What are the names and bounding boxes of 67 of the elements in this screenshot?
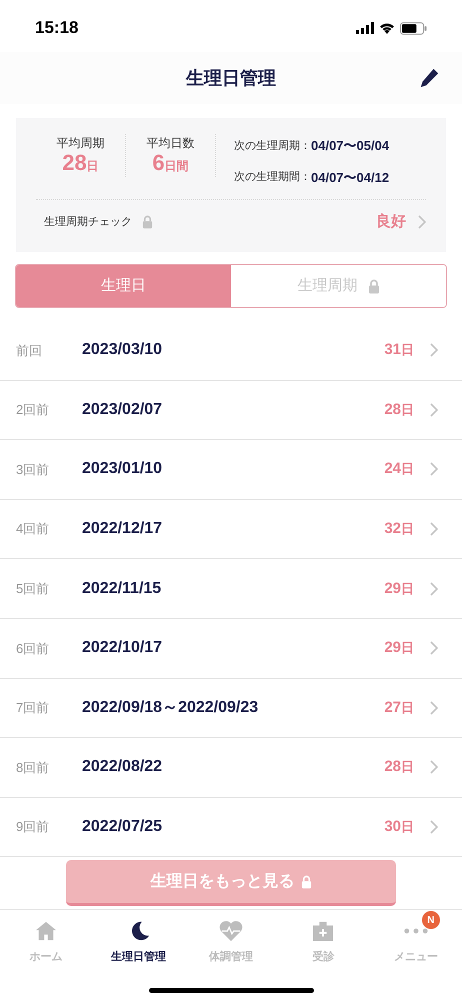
chevron-right-icon — [418, 215, 426, 229]
chevron-right-icon — [430, 402, 438, 417]
medical-kit-icon — [312, 921, 334, 942]
check-label: 生理周期チェック — [43, 214, 132, 230]
status-time: 15:18 — [35, 17, 78, 40]
record-days: 27日 — [384, 696, 414, 720]
chevron-right-icon — [430, 641, 438, 656]
notification-badge: N — [422, 911, 440, 930]
record-label: 3回前 — [16, 460, 50, 479]
next-label: 次の生理期間： — [234, 170, 311, 185]
record-label: 前回 — [16, 342, 43, 360]
pencil-icon[interactable] — [418, 67, 440, 89]
stat-label: 平均日数 — [146, 135, 194, 152]
tab-bar-item[interactable]: 生理日管理 — [92, 910, 185, 970]
record-date: 2023/01/10 — [82, 459, 162, 480]
record-label: 4回前 — [16, 520, 50, 538]
heart-pulse-icon — [218, 920, 244, 942]
record-date: 2022/09/18～2022/09/23 — [82, 698, 258, 718]
signal-icon — [356, 22, 374, 34]
chevron-right-icon — [430, 343, 438, 358]
record-days: 28日 — [384, 398, 414, 422]
record-row[interactable]: 7回前 2022/09/18～2022/09/23 27日 — [0, 678, 462, 738]
record-days: 32日 — [384, 517, 414, 542]
record-row[interactable]: 前回 2023/03/10 31日 — [0, 321, 462, 381]
record-date: 2022/12/17 — [82, 519, 162, 540]
record-date: 2022/07/25 — [82, 817, 162, 838]
chevron-right-icon — [430, 522, 438, 536]
record-days: 24日 — [384, 457, 414, 482]
record-days: 31日 — [384, 338, 414, 362]
record-days: 29日 — [384, 576, 414, 601]
battery-icon — [400, 22, 427, 34]
chevron-right-icon — [430, 700, 438, 715]
record-row[interactable]: 5回前 2022/11/15 29日 — [0, 559, 462, 619]
more-icon — [404, 928, 428, 934]
record-date: 2022/08/22 — [82, 757, 162, 778]
record-row[interactable]: 9回前 2022/07/25 30日 — [0, 798, 462, 858]
record-label: 9回前 — [16, 818, 50, 836]
record-date: 2023/02/07 — [82, 400, 162, 420]
stat-label: 平均周期 — [56, 135, 104, 152]
next-label: 次の生理周期： — [234, 138, 311, 154]
record-days: 29日 — [384, 636, 414, 660]
stat-value: 28日 — [62, 152, 99, 177]
record-label: 6回前 — [16, 640, 50, 658]
record-label: 2回前 — [16, 401, 50, 420]
record-date: 2023/03/10 — [82, 340, 162, 360]
record-row[interactable]: 8回前 2022/08/22 28日 — [0, 738, 462, 798]
chevron-right-icon — [430, 462, 438, 476]
wifi-icon — [379, 22, 395, 34]
next-value: 04/07〜04/12 — [311, 168, 390, 186]
record-date: 2022/10/17 — [82, 638, 162, 658]
record-days: 28日 — [384, 755, 414, 780]
record-days: 30日 — [384, 815, 414, 840]
chevron-right-icon — [430, 820, 438, 834]
record-label: 5回前 — [16, 580, 50, 598]
record-row[interactable]: 6回前 2022/10/17 29日 — [0, 618, 462, 679]
record-row[interactable]: 3回前 2023/01/10 24日 — [0, 440, 462, 500]
next-value: 04/07〜05/04 — [311, 137, 390, 155]
page-title: 生理日管理 — [186, 66, 276, 90]
record-row[interactable]: 2回前 2023/02/07 28日 — [0, 380, 462, 440]
record-date: 2022/11/15 — [82, 578, 162, 599]
record-label: 7回前 — [16, 699, 50, 718]
house-icon — [35, 921, 58, 942]
record-row[interactable]: 4回前 2022/12/17 32日 — [0, 500, 462, 560]
stat-value: 6日間 — [152, 152, 189, 177]
chevron-right-icon — [430, 760, 438, 774]
record-label: 8回前 — [16, 758, 50, 777]
chevron-right-icon — [430, 582, 438, 596]
